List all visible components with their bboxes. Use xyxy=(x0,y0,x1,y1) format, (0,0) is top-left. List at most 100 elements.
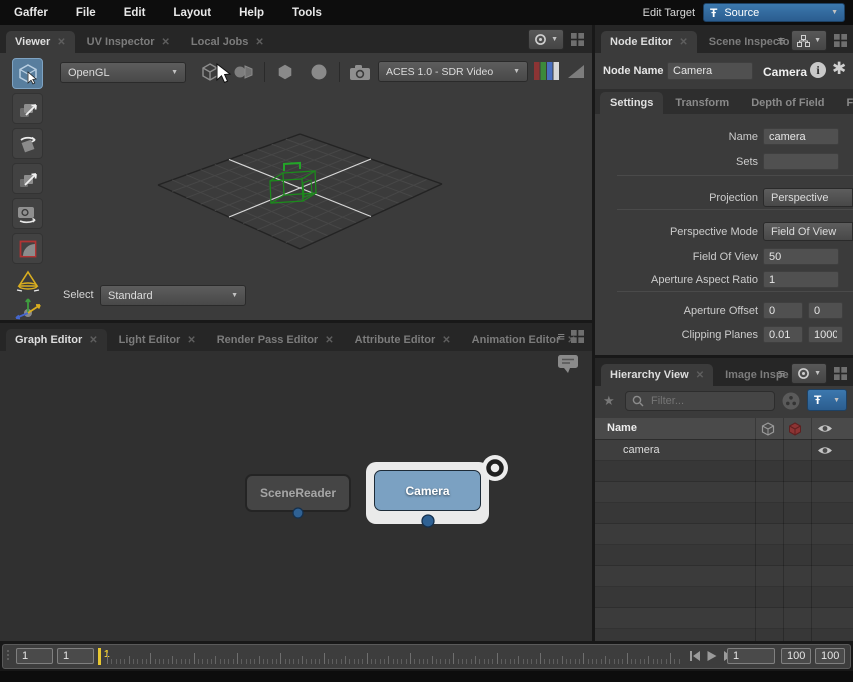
row-location-name: camera xyxy=(623,444,660,456)
hamburger-icon[interactable]: ≡ xyxy=(777,366,784,381)
current-frame-marker[interactable] xyxy=(98,648,101,665)
ruler-tick xyxy=(475,656,476,664)
tab-attribute-editor[interactable]: Attribute Editor ✕ xyxy=(346,329,460,351)
gaffer-window: Gaffer File Edit Layout Help Tools Edit … xyxy=(0,0,853,682)
tab-truncated[interactable]: F xyxy=(837,92,853,114)
hierarchy-view-panel: Hierarchy View ✕ Image Inspe ≡ ▼ ★ Ŧ xyxy=(595,358,853,641)
ruler-tick xyxy=(596,659,597,664)
node-camera[interactable]: Camera xyxy=(374,470,481,511)
close-icon[interactable]: ✕ xyxy=(255,37,263,48)
current-frame-input[interactable] xyxy=(57,648,94,664)
hamburger-icon[interactable]: ≡ xyxy=(777,33,784,48)
close-icon[interactable]: ✕ xyxy=(187,335,195,346)
tab-transform[interactable]: Transform xyxy=(665,92,739,114)
column-divider xyxy=(811,418,812,641)
tab-light-editor[interactable]: Light Editor ✕ xyxy=(110,329,205,351)
gear-icon[interactable]: ✱ xyxy=(832,59,846,79)
transform-axes-tool-button[interactable] xyxy=(12,292,43,323)
ruler-tick xyxy=(488,659,489,664)
playback-range-end-input[interactable] xyxy=(815,648,845,664)
name-input[interactable] xyxy=(763,128,839,145)
timeline-ruler[interactable] xyxy=(107,645,685,668)
close-icon[interactable]: ✕ xyxy=(442,335,450,346)
sets-input[interactable] xyxy=(763,153,839,170)
filter-input[interactable] xyxy=(649,394,763,408)
filter-settings-icon[interactable] xyxy=(781,391,801,411)
select-tool-button[interactable] xyxy=(12,58,43,89)
tab-render-pass-editor[interactable]: Render Pass Editor ✕ xyxy=(208,329,343,351)
info-icon[interactable]: i xyxy=(810,62,826,78)
aperture-offset-x-input[interactable] xyxy=(763,302,803,319)
edit-scope-dropdown[interactable]: Ŧ ▼ xyxy=(807,389,847,411)
ruler-tick xyxy=(432,656,433,664)
focus-indicator-icon[interactable] xyxy=(481,454,509,482)
tab-settings[interactable]: Settings xyxy=(600,92,663,114)
crop-window-tool-button[interactable] xyxy=(12,233,43,264)
close-icon[interactable]: ✕ xyxy=(57,37,65,48)
layout-grid-icon[interactable] xyxy=(834,34,847,47)
close-icon[interactable]: ✕ xyxy=(679,37,687,48)
funnel-icon: Ŧ xyxy=(814,393,821,407)
tab-local-jobs[interactable]: Local Jobs ✕ xyxy=(182,31,273,53)
star-icon[interactable]: ★ xyxy=(603,393,615,409)
menu-gaffer[interactable]: Gaffer xyxy=(0,7,62,19)
close-icon[interactable]: ✕ xyxy=(89,335,97,346)
skip-to-start-button[interactable] xyxy=(689,650,701,662)
camera-tool-button[interactable] xyxy=(12,198,43,229)
select-mode-dropdown[interactable]: Standard ▼ xyxy=(100,285,246,306)
table-row[interactable]: camera xyxy=(595,440,853,461)
ruler-tick xyxy=(484,659,485,664)
perspective-mode-dropdown[interactable]: Field Of View xyxy=(763,222,853,241)
close-icon[interactable]: ✕ xyxy=(696,370,704,381)
node-set-dropdown[interactable]: ▼ xyxy=(791,30,827,51)
tab-viewer[interactable]: Viewer ✕ xyxy=(6,31,75,53)
menu-edit[interactable]: Edit xyxy=(110,7,160,19)
menu-layout[interactable]: Layout xyxy=(159,7,225,19)
drag-handle[interactable] xyxy=(7,650,10,664)
close-icon[interactable]: ✕ xyxy=(162,37,170,48)
close-icon[interactable]: ✕ xyxy=(325,335,333,346)
target-dropdown[interactable]: ▼ xyxy=(791,363,827,384)
frame-range-end-input[interactable] xyxy=(781,648,811,664)
menu-tools[interactable]: Tools xyxy=(278,7,336,19)
ruler-tick xyxy=(670,653,671,664)
tab-depth-of-field[interactable]: Depth of Field xyxy=(741,92,834,114)
rotate-tool-button[interactable] xyxy=(12,128,43,159)
frame-increment-input[interactable] xyxy=(727,648,775,664)
aperture-offset-y-input[interactable] xyxy=(808,302,843,319)
node-output-plug[interactable] xyxy=(420,513,436,529)
ruler-tick xyxy=(172,656,173,664)
frame-range-start-input[interactable] xyxy=(16,648,53,664)
camera-settings-dropdown[interactable]: ▼ xyxy=(528,29,564,50)
eye-icon[interactable] xyxy=(817,445,833,456)
menu-file[interactable]: File xyxy=(62,7,110,19)
ruler-tick xyxy=(618,659,619,664)
ruler-tick xyxy=(536,659,537,664)
play-button[interactable] xyxy=(706,650,718,662)
tab-uv-inspector[interactable]: UV Inspector ✕ xyxy=(78,31,179,53)
ruler-tick xyxy=(207,659,208,664)
node-output-plug[interactable] xyxy=(291,506,305,520)
viewport-3d[interactable] xyxy=(48,55,592,285)
tab-graph-editor[interactable]: Graph Editor ✕ xyxy=(6,329,107,351)
layout-grid-icon[interactable] xyxy=(571,33,584,46)
ruler-tick xyxy=(315,659,316,664)
layout-grid-icon[interactable] xyxy=(834,367,847,380)
projection-dropdown[interactable]: Perspective xyxy=(763,188,853,207)
tab-hierarchy-view[interactable]: Hierarchy View ✕ xyxy=(601,364,713,386)
ruler-tick xyxy=(189,659,190,664)
clipping-far-input[interactable] xyxy=(808,326,843,343)
field-of-view-input[interactable] xyxy=(763,248,839,265)
tab-node-editor[interactable]: Node Editor ✕ xyxy=(601,31,697,53)
translate-tool-button[interactable] xyxy=(12,93,43,124)
menu-help[interactable]: Help xyxy=(225,7,278,19)
annotation-bubble-icon[interactable] xyxy=(556,353,580,375)
hamburger-icon[interactable]: ≡ xyxy=(557,329,564,344)
clipping-near-input[interactable] xyxy=(763,326,803,343)
scale-tool-button[interactable] xyxy=(12,163,43,194)
edit-target-dropdown[interactable]: Ŧ Source ▼ xyxy=(703,3,845,22)
tab-label: F xyxy=(847,97,853,109)
node-name-input[interactable] xyxy=(667,62,753,80)
aperture-aspect-input[interactable] xyxy=(763,271,839,288)
layout-grid-icon[interactable] xyxy=(571,330,584,343)
